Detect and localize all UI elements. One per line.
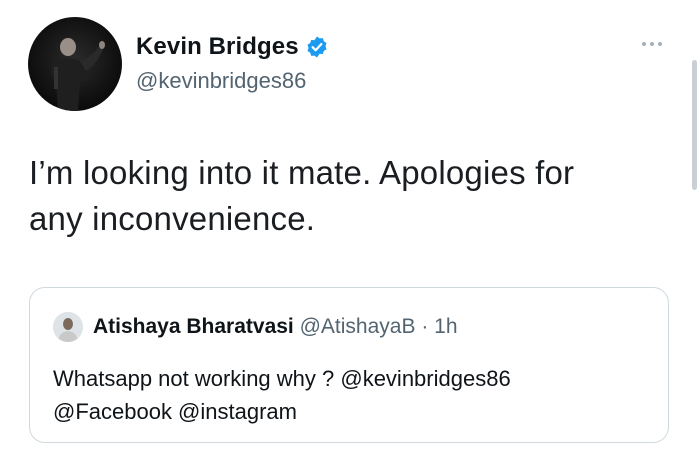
author-avatar[interactable] (28, 17, 122, 111)
quoted-text-line: @Facebook @instagram (53, 399, 297, 424)
quoted-author-handle[interactable]: @AtishayaB (300, 315, 416, 338)
tweet-card: Kevin Bridges @kevinbridges86 I’m lookin… (0, 0, 700, 465)
quoted-tweet-header: Atishaya Bharatvasi @AtishayaB · 1h (93, 315, 458, 339)
quoted-author-name[interactable]: Atishaya Bharatvasi (93, 315, 294, 338)
tweet-text-line: any inconvenience. (29, 200, 316, 237)
quoted-tweet-text: Whatsapp not working why ? @kevinbridges… (53, 362, 653, 428)
scrollbar[interactable] (692, 60, 697, 190)
quoted-author-avatar[interactable] (53, 312, 83, 342)
quoted-text-line: Whatsapp not working why ? @kevinbridges… (53, 366, 511, 391)
quoted-tweet[interactable]: Atishaya Bharatvasi @AtishayaB · 1h What… (29, 287, 669, 443)
quoted-timestamp[interactable]: 1h (434, 315, 457, 338)
quoted-separator: · (421, 315, 429, 338)
tweet-text: I’m looking into it mate. Apologies for … (29, 150, 679, 242)
tweet-text-line: I’m looking into it mate. Apologies for (29, 154, 575, 191)
verified-badge-icon (305, 35, 329, 59)
author-display-name[interactable]: Kevin Bridges (136, 33, 299, 61)
author-handle[interactable]: @kevinbridges86 (136, 68, 306, 94)
author-name-row: Kevin Bridges (136, 33, 329, 61)
more-options-icon[interactable] (634, 34, 670, 54)
